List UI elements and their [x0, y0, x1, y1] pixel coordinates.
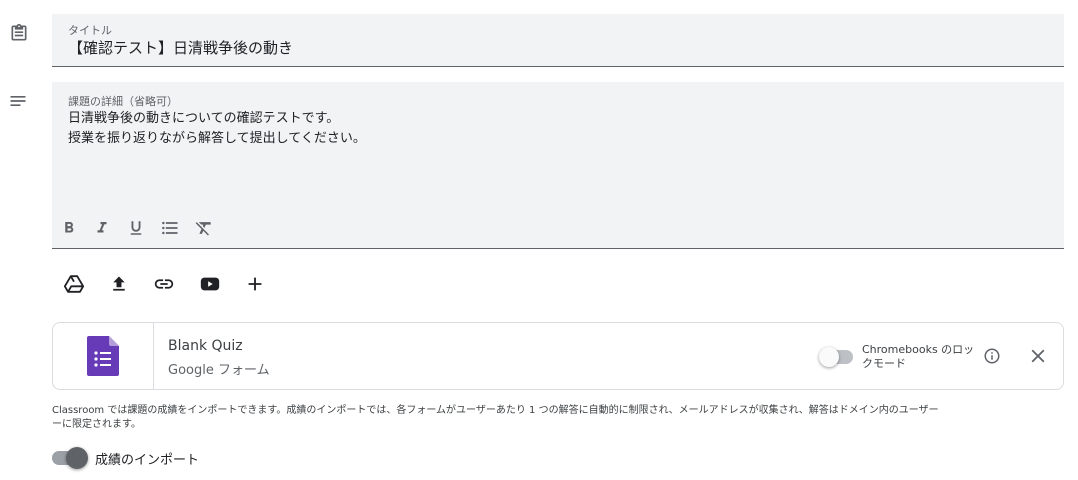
title-field[interactable]: タイトル 【確認テスト】日清戦争後の動き	[52, 14, 1064, 67]
add-icon[interactable]	[241, 270, 269, 298]
import-info-line-1: Classroom では課題の成績をインポートできます。成績のインポートでは、各…	[52, 405, 939, 416]
attachment-title[interactable]: Blank Quiz	[168, 338, 243, 354]
info-icon[interactable]	[981, 345, 1003, 367]
grade-import-toggle[interactable]	[52, 447, 88, 469]
description-line-1[interactable]: 日清戦争後の動きについての確認テストです。	[68, 107, 339, 126]
bulleted-list-icon[interactable]	[157, 215, 183, 241]
grade-import-label: 成績のインポート	[95, 453, 200, 468]
title-label: タイトル	[68, 24, 112, 37]
youtube-icon[interactable]	[196, 270, 224, 298]
bold-icon[interactable]	[56, 215, 82, 241]
import-info-text: Classroom では課題の成績をインポートできます。成績のインポートでは、各…	[52, 404, 1067, 432]
google-drive-icon[interactable]	[60, 270, 88, 298]
google-forms-icon	[87, 336, 119, 376]
description-line-2[interactable]: 授業を振り返りながら解答して提出してください。	[68, 127, 366, 146]
description-icon	[7, 90, 29, 112]
attachment-card[interactable]: Blank Quiz Google フォーム Chromebooks のロッ ク…	[52, 322, 1064, 390]
upload-icon[interactable]	[105, 270, 133, 298]
lock-mode-toggle[interactable]	[819, 347, 855, 367]
attachment-subtitle: Google フォーム	[168, 363, 270, 378]
underline-icon[interactable]	[123, 215, 149, 241]
import-info-line-2: ーに限定されます。	[52, 419, 141, 430]
assignment-icon	[8, 22, 30, 44]
close-icon[interactable]	[1025, 343, 1051, 369]
title-input[interactable]: 【確認テスト】日清戦争後の動き	[68, 37, 293, 58]
clear-formatting-icon[interactable]	[191, 215, 217, 241]
attachment-thumbnail	[53, 323, 154, 389]
link-icon[interactable]	[150, 270, 178, 298]
lock-mode-label-line-2: クモード	[862, 357, 906, 370]
description-field[interactable]: 課題の詳細（省略可） 日清戦争後の動きについての確認テストです。 授業を振り返り…	[52, 82, 1064, 249]
italic-icon[interactable]	[89, 215, 115, 241]
